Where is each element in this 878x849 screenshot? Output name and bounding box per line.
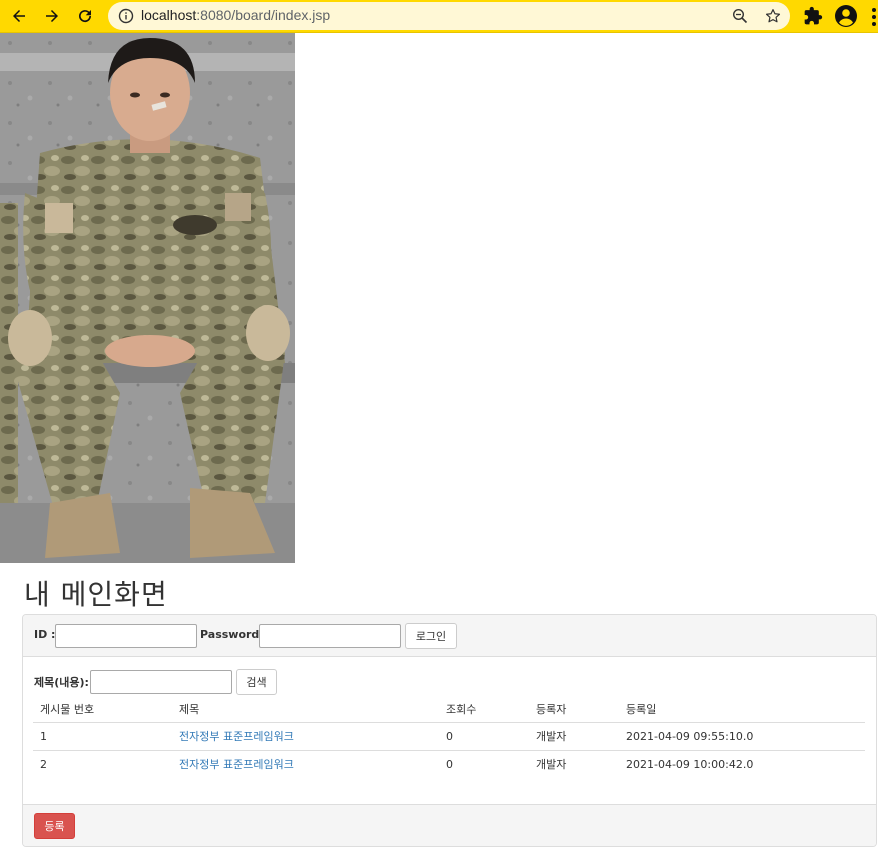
table-row: 2 전자정부 표준프레임워크 0 개발자 2021-04-09 10:00:42…: [33, 750, 865, 778]
browser-toolbar: localhost:8080/board/index.jsp: [0, 0, 878, 33]
cell-post-number: 1: [33, 722, 172, 751]
header-views: 조회수: [439, 697, 529, 723]
cell-author: 개발자: [536, 758, 567, 772]
forward-button[interactable]: [39, 4, 65, 28]
address-bar[interactable]: localhost:8080/board/index.jsp: [108, 2, 790, 30]
reload-icon: [79, 10, 92, 23]
info-icon[interactable]: [118, 8, 134, 24]
profile-avatar-icon[interactable]: [834, 4, 858, 28]
arrow-right-icon: [46, 10, 58, 22]
table-header-row: 게시물 번호 제목 조회수 등록자 등록일: [33, 697, 865, 723]
url-text: localhost:8080/board/index.jsp: [141, 7, 330, 23]
header-date: 등록일: [619, 697, 865, 723]
password-label: Password :: [200, 628, 268, 641]
cell-views: 0: [446, 757, 453, 771]
search-label: 제목(내용):: [34, 676, 89, 689]
id-input[interactable]: [55, 624, 197, 648]
arrow-left-icon: [13, 10, 25, 22]
menu-dots-icon[interactable]: [870, 7, 878, 27]
login-bar: ID : Password : 로그인: [23, 615, 876, 657]
table-row: 1 전자정부 표준프레임워크 0 개발자 2021-04-09 09:55:10…: [33, 722, 865, 751]
soldier-photo-image: [0, 33, 295, 563]
header-title: 제목: [172, 697, 439, 723]
login-button[interactable]: 로그인: [405, 623, 457, 649]
search-input[interactable]: [90, 670, 232, 694]
post-title-link[interactable]: 전자정부 표준프레임워크: [179, 730, 294, 743]
bookmark-star-icon[interactable]: [764, 7, 782, 25]
post-title-link[interactable]: 전자정부 표준프레임워크: [179, 758, 294, 771]
header-post-number: 게시물 번호: [33, 697, 172, 723]
url-host: localhost: [141, 7, 197, 23]
cell-views: 0: [439, 722, 529, 751]
zoom-icon[interactable]: [732, 8, 748, 24]
cell-title: 전자정부 표준프레임워크: [172, 750, 439, 778]
cell-date: 2021-04-09 10:00:42.0: [626, 757, 754, 771]
cell-author: 개발자: [529, 722, 619, 751]
register-button[interactable]: 등록: [34, 813, 75, 839]
page-title: 내 메인화면: [24, 578, 168, 611]
board-panel: ID : Password : 로그인 제목(내용): 검색 게시물 번호 제목…: [22, 614, 877, 847]
back-button[interactable]: [6, 4, 32, 28]
cell-date: 2021-04-09 09:55:10.0: [619, 722, 865, 751]
extensions-puzzle-icon[interactable]: [803, 6, 823, 26]
profile-photo: [0, 33, 295, 563]
id-label: ID :: [34, 628, 56, 641]
password-input[interactable]: [259, 624, 401, 648]
url-path: :8080/board/index.jsp: [196, 7, 331, 23]
cell-post-number: 2: [40, 757, 47, 771]
cell-title: 전자정부 표준프레임워크: [172, 722, 439, 751]
board-table: 게시물 번호 제목 조회수 등록자 등록일 1 전자정부 표준프레임워크 0 개…: [33, 697, 865, 778]
header-author: 등록자: [529, 697, 619, 723]
search-button[interactable]: 검색: [236, 669, 277, 695]
reload-button[interactable]: [72, 4, 98, 28]
panel-footer: 등록: [23, 804, 876, 846]
